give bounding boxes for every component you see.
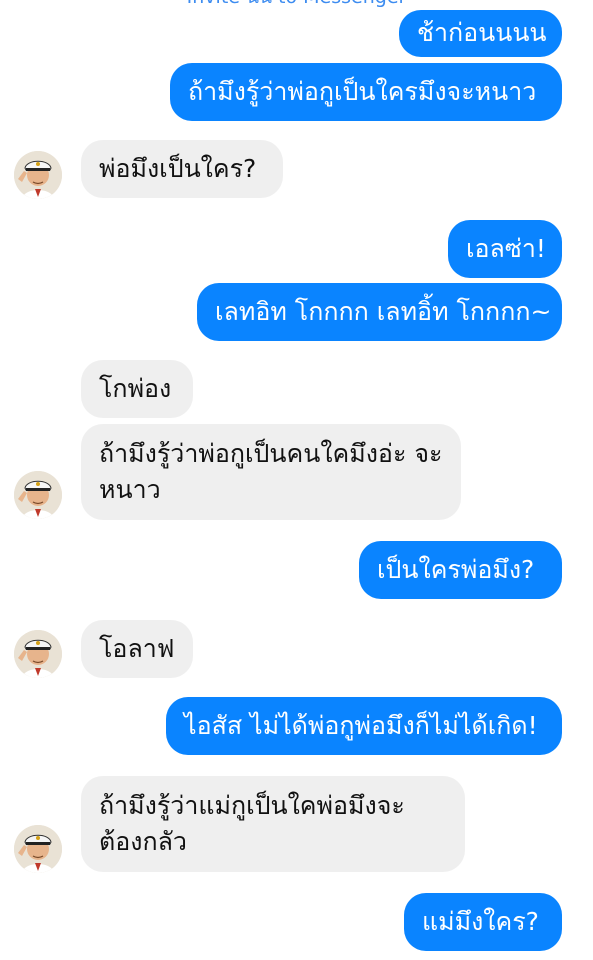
outgoing-message: ถ้ามึงรู้ว่าพ่อกูเป็นใครมึงจะหนาว bbox=[170, 63, 562, 121]
contact-avatar[interactable] bbox=[14, 151, 62, 199]
outgoing-message: เอลซ่า! bbox=[448, 220, 562, 278]
invite-link[interactable]: Invite นัน to Messenger bbox=[0, 0, 593, 8]
incoming-message: โกพ่อง bbox=[81, 360, 193, 418]
outgoing-message: เป็นใครพ่อมึง? bbox=[359, 541, 562, 599]
contact-avatar[interactable] bbox=[14, 471, 62, 519]
contact-avatar[interactable] bbox=[14, 630, 62, 678]
outgoing-message: แม่มึงใคร? bbox=[404, 893, 562, 951]
incoming-message: พ่อมึงเป็นใคร? bbox=[81, 140, 283, 198]
contact-avatar[interactable] bbox=[14, 825, 62, 873]
outgoing-message: ไอสัส ไม่ได้พ่อกูพ่อมึงก็ไม่ได้เกิด! bbox=[166, 697, 562, 755]
incoming-message: โอลาฟ bbox=[81, 620, 193, 678]
avatar-photo bbox=[14, 471, 62, 519]
incoming-message: ถ้ามึงรู้ว่าแม่กูเป็นใคพ่อมึงจะ ต้องกลัว bbox=[81, 776, 465, 872]
outgoing-message: ช้าก่อนนนน bbox=[399, 10, 562, 57]
outgoing-message: เลทอิท โกกกก เลทอิ้ท โกกกก~ bbox=[197, 283, 562, 341]
avatar-photo bbox=[14, 630, 62, 678]
avatar-photo bbox=[14, 151, 62, 199]
incoming-message: ถ้ามึงรู้ว่าพ่อกูเป็นคนใคมึงอ่ะ จะหนาว bbox=[81, 424, 461, 520]
avatar-photo bbox=[14, 825, 62, 873]
